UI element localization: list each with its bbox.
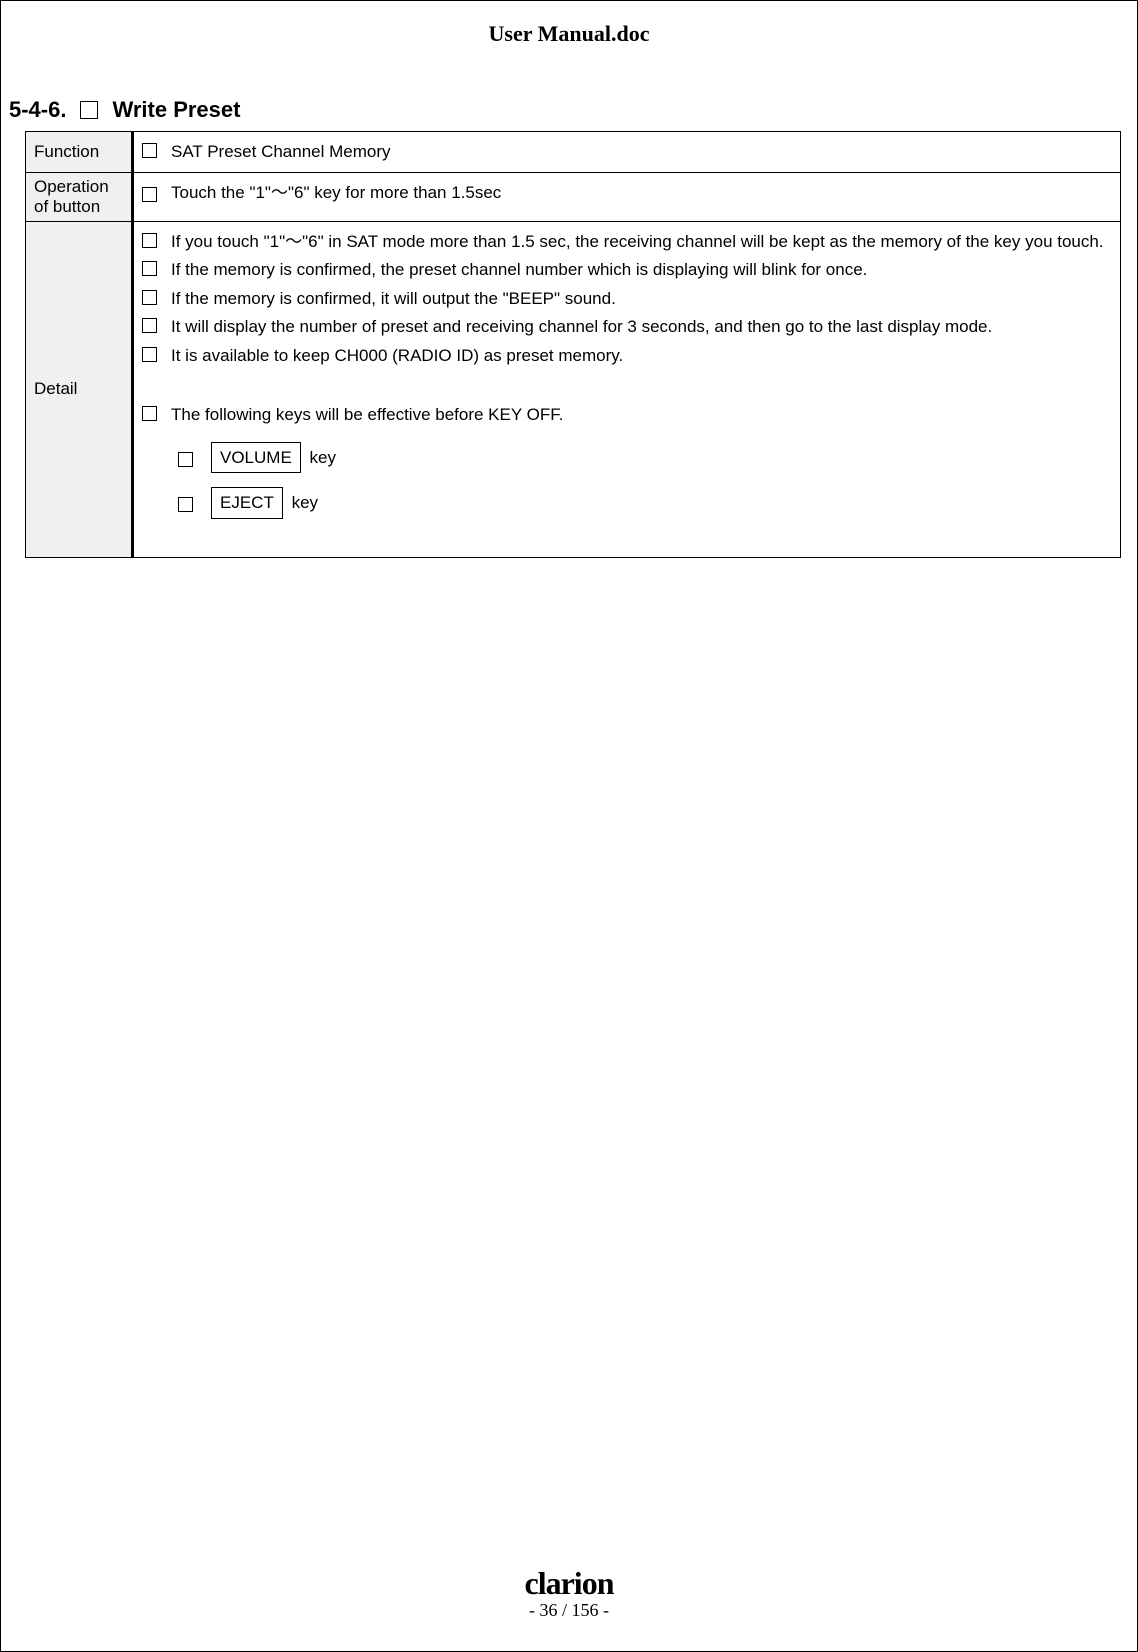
table-row: Detail If you touch "1"～"6" in SAT mode … bbox=[26, 221, 1121, 557]
detail-bullet: If you touch "1"～"6" in SAT mode more th… bbox=[171, 229, 1112, 255]
row-content-function: SAT Preset Channel Memory bbox=[134, 132, 1121, 173]
checkbox-icon bbox=[142, 233, 157, 248]
detail-bullet: It is available to keep CH000 (RADIO ID)… bbox=[171, 343, 1112, 369]
keycap-eject: EJECT bbox=[211, 487, 283, 519]
checkbox-icon bbox=[178, 452, 193, 467]
row-label-detail: Detail bbox=[26, 221, 134, 557]
detail-footer-bullet: The following keys will be effective bef… bbox=[171, 402, 1112, 428]
key-suffix: key bbox=[292, 493, 318, 512]
section-number: 5-4-6. bbox=[9, 97, 66, 123]
row-content-detail: If you touch "1"～"6" in SAT mode more th… bbox=[134, 221, 1121, 557]
detail-bullet: If the memory is confirmed, the preset c… bbox=[171, 257, 1112, 283]
row-label-operation: Operation of button bbox=[26, 172, 134, 221]
checkbox-icon bbox=[142, 187, 157, 202]
operation-label-2: of button bbox=[34, 197, 125, 217]
function-text: SAT Preset Channel Memory bbox=[171, 139, 1112, 165]
key-item: VOLUME key bbox=[207, 442, 1112, 474]
checkbox-icon bbox=[178, 497, 193, 512]
detail-bullet: If the memory is confirmed, it will outp… bbox=[171, 286, 1112, 312]
checkbox-icon bbox=[142, 347, 157, 362]
document-title: User Manual.doc bbox=[9, 21, 1129, 47]
detail-bullet: It will display the number of preset and… bbox=[171, 314, 1112, 340]
checkbox-icon bbox=[142, 406, 157, 421]
table-row: Function SAT Preset Channel Memory bbox=[26, 132, 1121, 173]
operation-text: Touch the "1"～"6" key for more than 1.5s… bbox=[171, 180, 1112, 206]
checkbox-icon bbox=[142, 143, 157, 158]
checkbox-icon bbox=[142, 261, 157, 276]
brand-logo: clarion bbox=[1, 1565, 1137, 1602]
document-page: User Manual.doc 5-4-6. Write Preset Func… bbox=[0, 0, 1138, 1652]
section-title: Write Preset bbox=[112, 97, 240, 123]
checkbox-icon bbox=[142, 290, 157, 305]
key-item: EJECT key bbox=[207, 487, 1112, 519]
checkbox-icon bbox=[80, 101, 98, 119]
page-number: - 36 / 156 - bbox=[1, 1600, 1137, 1621]
page-footer: clarion - 36 / 156 - bbox=[1, 1565, 1137, 1621]
key-suffix: key bbox=[310, 448, 336, 467]
row-content-operation: Touch the "1"～"6" key for more than 1.5s… bbox=[134, 172, 1121, 221]
operation-label-1: Operation bbox=[34, 177, 125, 197]
table-row: Operation of button Touch the "1"～"6" ke… bbox=[26, 172, 1121, 221]
section-heading: 5-4-6. Write Preset bbox=[9, 97, 1129, 123]
key-list: VOLUME key EJECT key bbox=[178, 442, 1112, 519]
spec-table: Function SAT Preset Channel Memory Opera… bbox=[25, 131, 1121, 558]
keycap-volume: VOLUME bbox=[211, 442, 301, 474]
checkbox-icon bbox=[142, 318, 157, 333]
row-label-function: Function bbox=[26, 132, 134, 173]
